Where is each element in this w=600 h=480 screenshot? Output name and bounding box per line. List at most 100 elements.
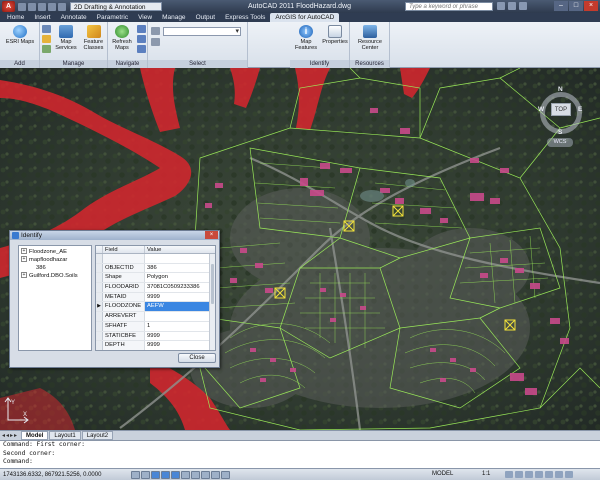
- table-row[interactable]: STATICBFE 9999: [96, 331, 215, 342]
- dialog-close-icon[interactable]: ×: [205, 231, 218, 239]
- value-cell[interactable]: 9999: [145, 341, 215, 350]
- tree-node[interactable]: + Floodzone_AE: [21, 248, 89, 256]
- extent-icon[interactable]: [137, 45, 146, 53]
- table-row[interactable]: ▶ FLOODZONE AEFW: [96, 302, 215, 313]
- star-icon[interactable]: [508, 2, 516, 10]
- ribbon-tab-insert[interactable]: Insert: [29, 13, 55, 22]
- table-row[interactable]: FLOODARID 37081C0509233386: [96, 283, 215, 293]
- osnap-toggle-icon[interactable]: [171, 470, 180, 479]
- table-row[interactable]: DEPTH 9999: [96, 341, 215, 350]
- row-selector[interactable]: ▶: [96, 302, 103, 312]
- value-cell[interactable]: 37081C0509233386: [145, 283, 215, 292]
- coordinate-readout[interactable]: 1743136.6332, 867921.5256, 0.0000: [3, 472, 123, 478]
- lock-icon[interactable]: [525, 471, 533, 478]
- tree-node[interactable]: + Guilford.DBO.Soils: [21, 272, 89, 280]
- close-button[interactable]: Close: [178, 353, 216, 363]
- folder-icon[interactable]: [42, 35, 51, 43]
- expand-icon[interactable]: +: [21, 272, 27, 279]
- map-services-button[interactable]: Map Services: [52, 25, 80, 51]
- table-row[interactable]: METAID 9999: [96, 292, 215, 303]
- value-cell[interactable]: AEFW: [145, 302, 215, 312]
- command-window[interactable]: Command: First corner: Second corner: Comm…: [0, 440, 600, 468]
- row-selector[interactable]: [96, 263, 103, 273]
- row-selector[interactable]: [96, 273, 103, 283]
- status-bar-menu-icon[interactable]: [555, 471, 563, 478]
- workspace-switch-icon[interactable]: [515, 471, 523, 478]
- resource-center-button[interactable]: Resource Center: [353, 25, 387, 51]
- viewcube-top-face[interactable]: TOP: [551, 103, 571, 116]
- qp-toggle-icon[interactable]: [221, 470, 230, 479]
- value-cell[interactable]: Polygon: [145, 273, 215, 282]
- minimize-button[interactable]: –: [554, 1, 568, 11]
- expand-icon[interactable]: +: [21, 248, 27, 255]
- compass-south[interactable]: S: [558, 129, 562, 136]
- dyn-toggle-icon[interactable]: [201, 470, 210, 479]
- selection-dropdown[interactable]: [163, 27, 241, 36]
- grid-toggle-icon[interactable]: [141, 470, 150, 479]
- ribbon-tab-view[interactable]: View: [133, 13, 157, 22]
- help-icon[interactable]: [519, 2, 527, 10]
- tree-node[interactable]: 386: [21, 264, 89, 272]
- value-cell[interactable]: 9999: [145, 293, 215, 302]
- application-menu-button[interactable]: A: [2, 1, 15, 12]
- isolate-objects-icon[interactable]: [545, 471, 553, 478]
- refresh-maps-button[interactable]: Refresh Maps: [109, 25, 135, 51]
- table-row[interactable]: SFHATF 1: [96, 321, 215, 332]
- layout-tab-layout1[interactable]: Layout1: [49, 431, 81, 440]
- row-selector[interactable]: [96, 283, 103, 292]
- row-selector[interactable]: [96, 341, 103, 350]
- snap-toggle-icon[interactable]: [131, 470, 140, 479]
- workspace-switcher[interactable]: 2D Drafting & Annotation: [70, 2, 162, 11]
- row-selector[interactable]: [96, 321, 103, 331]
- row-selector[interactable]: [96, 254, 103, 263]
- lineweight-toggle-icon[interactable]: [211, 470, 220, 479]
- ribbon-tab-manage[interactable]: Manage: [157, 13, 191, 22]
- ribbon-tab-home[interactable]: Home: [2, 13, 29, 22]
- model-space-button[interactable]: MODEL: [432, 471, 453, 477]
- table-row[interactable]: [96, 254, 215, 264]
- feature-classes-button[interactable]: Feature Classes: [80, 25, 107, 51]
- clean-screen-icon[interactable]: [565, 471, 573, 478]
- row-selector[interactable]: [96, 331, 103, 341]
- row-selector[interactable]: [96, 292, 103, 302]
- value-cell[interactable]: [145, 254, 215, 263]
- undo-icon[interactable]: [48, 2, 56, 11]
- otrack-toggle-icon[interactable]: [181, 470, 190, 479]
- row-selector[interactable]: [96, 312, 103, 321]
- compass-north[interactable]: N: [558, 86, 563, 93]
- table-row[interactable]: Shape Polygon: [96, 273, 215, 284]
- ribbon-tab-express-tools[interactable]: Express Tools: [220, 13, 270, 22]
- layer-icon[interactable]: [42, 25, 51, 33]
- redo-icon[interactable]: [58, 2, 66, 11]
- ribbon-tab-output[interactable]: Output: [191, 13, 221, 22]
- save-icon[interactable]: [38, 2, 46, 11]
- table-row[interactable]: ARREVERT: [96, 312, 215, 322]
- layout-tab-model[interactable]: Model: [21, 431, 49, 440]
- value-cell[interactable]: 1: [145, 322, 215, 331]
- zoom-icon[interactable]: [137, 25, 146, 33]
- ducs-toggle-icon[interactable]: [191, 470, 200, 479]
- close-window-button[interactable]: ×: [584, 1, 598, 11]
- value-cell[interactable]: 9999: [145, 332, 215, 341]
- column-header-field[interactable]: Field: [103, 246, 145, 253]
- table-icon[interactable]: [42, 45, 51, 53]
- properties-button[interactable]: Properties: [320, 25, 350, 45]
- expand-icon[interactable]: +: [21, 256, 27, 263]
- search-icon[interactable]: [497, 2, 505, 10]
- layout-tab-layout2[interactable]: Layout2: [81, 431, 114, 440]
- open-file-icon[interactable]: [28, 2, 36, 11]
- tree-node[interactable]: + mapfloodhazar: [21, 256, 89, 264]
- column-header-value[interactable]: Value: [145, 246, 215, 253]
- hardware-acceleration-icon[interactable]: [535, 471, 543, 478]
- esri-maps-button[interactable]: ESRI Maps: [3, 25, 37, 45]
- table-row[interactable]: OBJECTID 386: [96, 263, 215, 274]
- annotation-scale[interactable]: 1:1: [482, 471, 490, 477]
- value-cell[interactable]: [145, 312, 215, 321]
- select-by-attribute-icon[interactable]: [151, 38, 160, 46]
- ribbon-tab-parametric[interactable]: Parametric: [92, 13, 133, 22]
- ortho-toggle-icon[interactable]: [151, 470, 160, 479]
- viewcube[interactable]: N S E W TOP WCS: [538, 86, 584, 150]
- annotation-visibility-icon[interactable]: [505, 471, 513, 478]
- grid-scrollbar[interactable]: [209, 254, 215, 350]
- pan-icon[interactable]: [137, 35, 146, 43]
